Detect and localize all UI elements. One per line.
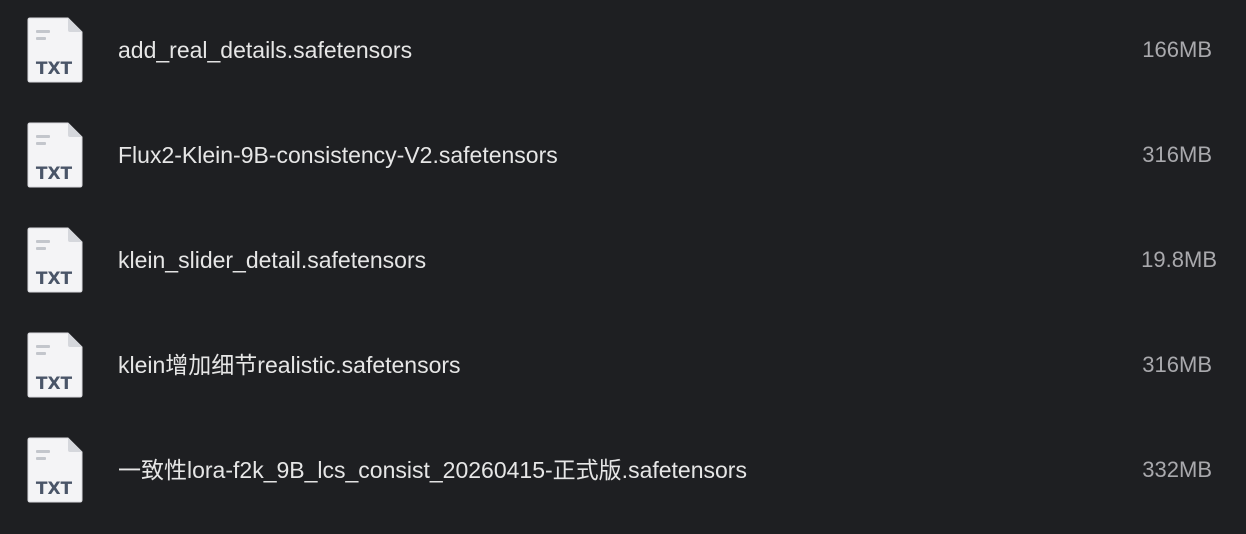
icon-label: TXT: [36, 479, 73, 499]
txt-file-icon: TXT: [26, 121, 84, 189]
file-size: 316MB: [1142, 142, 1212, 167]
icon-label: TXT: [36, 269, 73, 289]
txt-file-icon: TXT: [26, 226, 84, 294]
file-name[interactable]: klein_slider_detail.safetensors: [118, 245, 426, 275]
file-size: 316MB: [1142, 352, 1212, 377]
icon-label: TXT: [36, 164, 73, 184]
file-row[interactable]: TXT Flux2-Klein-9B-consistency-V2.safete…: [0, 105, 1246, 210]
file-row[interactable]: TXT 一致性lora-f2k_9B_lcs_consist_20260415-…: [0, 420, 1246, 525]
icon-label: TXT: [36, 374, 73, 394]
file-name[interactable]: add_real_details.safetensors: [118, 35, 412, 65]
file-name[interactable]: 一致性lora-f2k_9B_lcs_consist_20260415-正式版.…: [118, 455, 747, 485]
icon-label: TXT: [36, 59, 73, 79]
file-row[interactable]: TXT add_real_details.safetensors 166MB: [0, 0, 1246, 105]
file-name[interactable]: Flux2-Klein-9B-consistency-V2.safetensor…: [118, 140, 558, 170]
txt-file-icon: TXT: [26, 16, 84, 84]
file-size: 19.8MB: [1141, 247, 1217, 272]
file-row[interactable]: TXT klein_slider_detail.safetensors 19.8…: [0, 210, 1246, 315]
txt-file-icon: TXT: [26, 331, 84, 399]
file-list: TXT add_real_details.safetensors 166MB T…: [0, 0, 1246, 534]
file-size: 166MB: [1142, 37, 1212, 62]
file-name[interactable]: klein增加细节realistic.safetensors: [118, 350, 461, 380]
file-size: 332MB: [1142, 457, 1212, 482]
txt-file-icon: TXT: [26, 436, 84, 504]
file-row[interactable]: TXT klein增加细节realistic.safetensors 316MB: [0, 315, 1246, 420]
